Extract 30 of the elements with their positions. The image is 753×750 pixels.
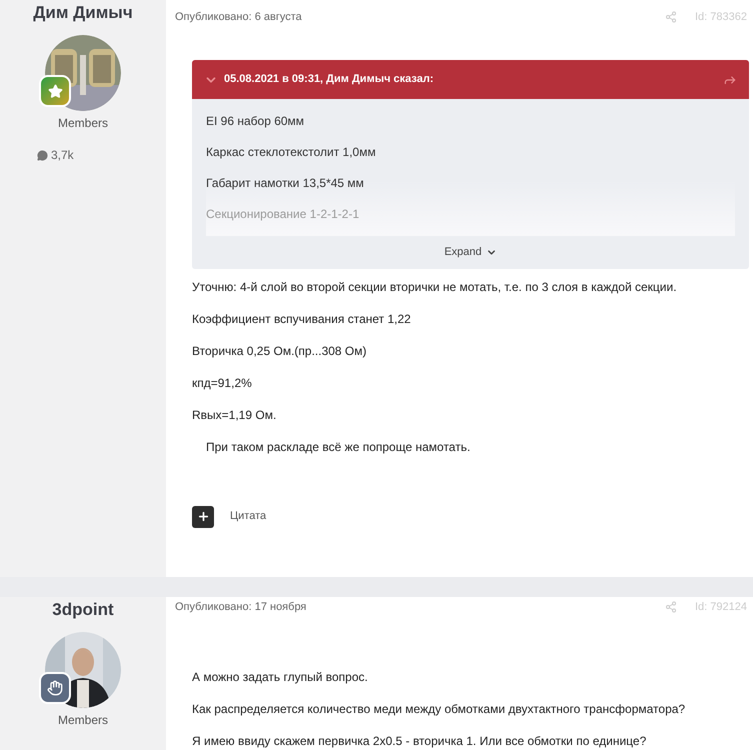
comment-icon bbox=[37, 150, 48, 160]
plus-icon bbox=[196, 510, 210, 523]
post-paragraph: Уточню: 4-й слой во второй секции вторички не мотать, т.е. по 3 слоя в каждой секции. bbox=[192, 278, 678, 296]
quote-line: EI 96 набор 60мм bbox=[206, 113, 306, 130]
multiquote-button[interactable] bbox=[192, 506, 214, 528]
post-paragraph: При таком раскладе всё же попроще намотать. bbox=[205, 438, 472, 456]
post-paragraph: Вторичка 0,25 Ом.(пр...308 Ом) bbox=[192, 342, 368, 360]
post-paragraph: Rвых=1,19 Ом. bbox=[192, 406, 278, 424]
post-paragraph: Коэффициент вспучивания станет 1,22 bbox=[192, 310, 412, 328]
member-group: Members bbox=[58, 711, 108, 729]
quote-line: Каркас стеклотекстолит 1,0мм bbox=[206, 144, 377, 161]
post-paragraph: Я имею ввиду скажем первичка 2х0.5 - вторичка 1. Или все обмотки по единице? bbox=[192, 733, 648, 750]
quote-link[interactable]: Цитата bbox=[230, 508, 266, 525]
expand-button[interactable]: Expand bbox=[444, 244, 497, 260]
post-paragraph: кпд=91,2% bbox=[192, 374, 253, 392]
post-date: Опубликовано: 17 ноября bbox=[175, 600, 306, 615]
share-icon[interactable] bbox=[665, 601, 677, 613]
member-group: Members bbox=[58, 114, 108, 132]
quote-line: Габарит намотки 13,5*45 мм bbox=[206, 175, 365, 192]
quote-line: Секционирование 1-2-1-2-1 bbox=[206, 206, 360, 223]
author-link[interactable]: 3dpoint bbox=[52, 599, 114, 621]
quote-citation: 05.08.2021 в 09:31, Дим Димыч сказал: bbox=[224, 72, 434, 88]
post-paragraph: А можно задать глупый вопрос. bbox=[192, 669, 369, 686]
post-count: 3,7k bbox=[51, 147, 74, 164]
hand-badge-icon bbox=[39, 672, 71, 704]
post-date: Опубликовано: 6 августа bbox=[175, 10, 302, 25]
post-paragraph: Как распределяется количество меди между обмотками двухтактного трансформатора? bbox=[192, 701, 686, 718]
star-badge-icon bbox=[39, 75, 71, 107]
share-icon[interactable] bbox=[665, 11, 677, 23]
author-link[interactable]: Дим Димыч bbox=[33, 2, 133, 24]
